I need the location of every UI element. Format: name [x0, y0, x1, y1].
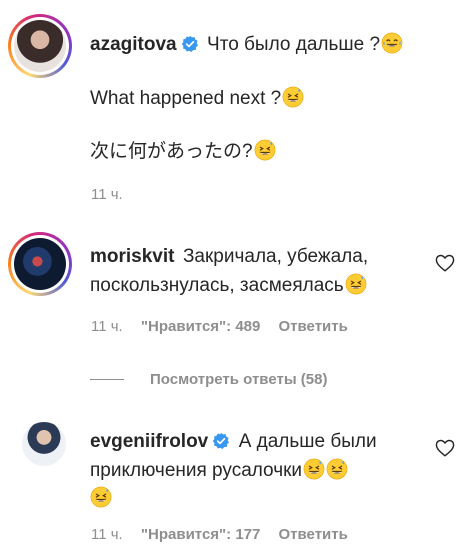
verified-badge-icon [181, 35, 199, 53]
verified-badge-icon [212, 432, 230, 450]
comment-username[interactable]: azagitova [90, 34, 177, 55]
comment-time[interactable]: 11 ч. [91, 526, 123, 543]
comment-text-line: приключения русалочки [90, 460, 303, 481]
rolling-laughing-emoji [381, 32, 403, 54]
comment-text-line: Закричала, убежала, [182, 246, 369, 267]
heart-outline-icon[interactable] [435, 254, 455, 272]
comment-time[interactable]: 11 ч. [91, 318, 123, 335]
comment-text-line: поскользнулась, засмеялась [90, 275, 344, 296]
view-replies-button[interactable]: Посмотреть ответы (58) [150, 371, 327, 388]
comment-time[interactable]: 11 ч. [91, 186, 123, 203]
grinning-sweat-emoji [282, 86, 304, 108]
comment-username[interactable]: evgeniifrolov [90, 431, 208, 452]
replies-divider [90, 379, 124, 380]
grinning-sweat-emoji [345, 273, 367, 295]
avatar-story-ring[interactable] [8, 14, 72, 78]
grinning-sweat-emoji [303, 458, 325, 480]
avatar[interactable] [22, 422, 66, 466]
comment-text-line: Что было дальше ? [207, 34, 381, 55]
avatar [14, 238, 66, 290]
heart-outline-icon[interactable] [435, 439, 455, 457]
comment-username[interactable]: moriskvit [90, 246, 174, 267]
comment-text-line: А дальше были [238, 431, 377, 452]
avatar [14, 20, 66, 72]
grinning-sweat-emoji [254, 139, 276, 161]
grinning-sweat-emoji [90, 486, 112, 508]
reply-button[interactable]: Ответить [279, 526, 348, 543]
comment-text-line: 次に何があったの? [90, 141, 253, 162]
comment-text-line: What happened next ? [90, 88, 282, 109]
likes-count[interactable]: "Нравится": 177 [141, 526, 260, 543]
likes-count[interactable]: "Нравится": 489 [141, 318, 260, 335]
reply-button[interactable]: Ответить [279, 318, 348, 335]
avatar-story-ring[interactable] [8, 232, 72, 296]
grinning-sweat-emoji [326, 458, 348, 480]
